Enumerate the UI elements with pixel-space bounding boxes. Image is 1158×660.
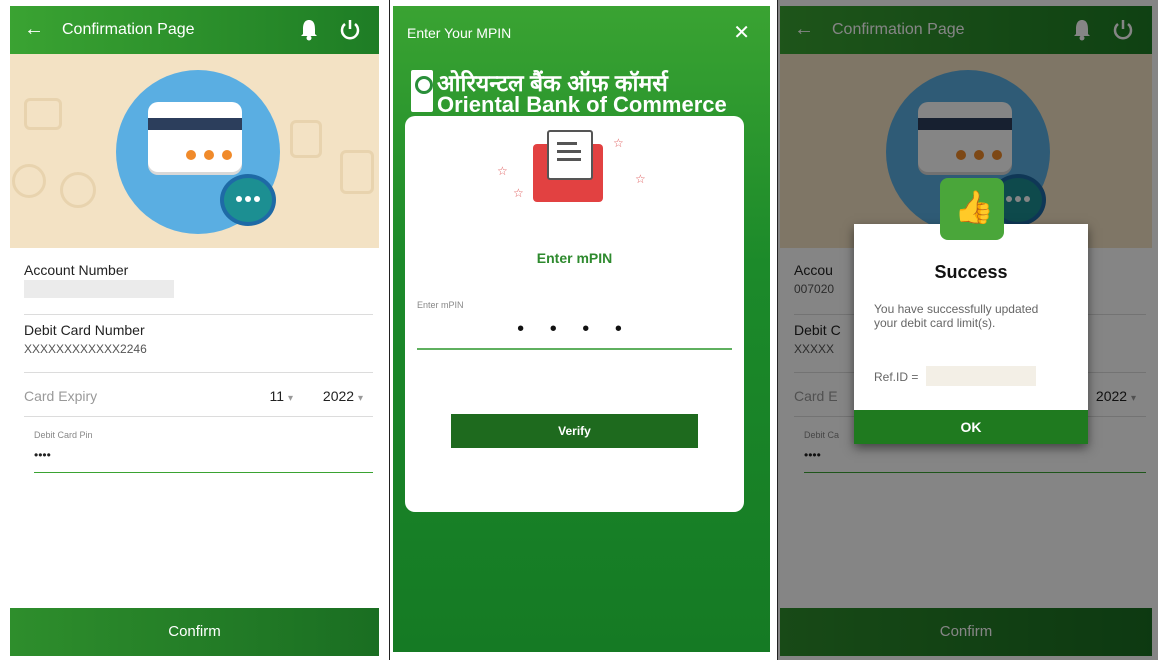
mpin-title: Enter Your MPIN (407, 25, 512, 41)
mpin-input-value: • • • • (517, 318, 632, 340)
star-icon: ☆ (635, 172, 646, 186)
thumbs-up-icon (940, 178, 1004, 240)
divider (389, 0, 390, 660)
mpin-screen: Enter Your MPIN ✕ ओरियन्टल बैंक ऑफ़ कॉमर… (393, 0, 777, 660)
ref-id-redacted (926, 366, 1036, 386)
mpin-input[interactable]: Enter mPIN • • • • (417, 288, 732, 350)
back-arrow-icon[interactable]: ← (24, 18, 44, 41)
success-dialog: Success You have successfully updated yo… (854, 178, 1088, 444)
chat-bubble-icon (220, 174, 276, 226)
bell-icon[interactable] (299, 19, 319, 41)
account-number-row: Account Number (24, 262, 373, 315)
page-title: Confirmation Page (62, 21, 195, 38)
dropdown-icon: ▾ (287, 393, 293, 404)
mpin-card: ☆ ☆ ☆ ☆ Enter mPIN Enter mPIN • • • • Ve… (405, 116, 744, 512)
card-expiry-row: Card Expiry 11 ▾ 2022 ▾ (24, 382, 373, 417)
app-bar: ← Confirmation Page (10, 6, 379, 54)
doodle (60, 172, 96, 208)
enter-mpin-heading: Enter mPIN (536, 250, 613, 266)
star-icon: ☆ (497, 164, 508, 178)
account-number-redacted (24, 280, 174, 298)
card-form: Account Number Debit Card Number XXXXXXX… (10, 248, 379, 608)
ok-button[interactable]: OK (854, 410, 1088, 444)
doodle (24, 98, 62, 130)
success-title: Success (934, 262, 1008, 282)
mpin-input-label: Enter mPIN (417, 300, 464, 310)
mpin-background: Enter Your MPIN ✕ ओरियन्टल बैंक ऑफ़ कॉमर… (393, 6, 770, 652)
debit-pin-label: Debit Card Pin (34, 430, 93, 440)
debit-pin-value: •••• (34, 448, 51, 462)
star-icon: ☆ (613, 136, 624, 150)
doodle (340, 150, 374, 194)
debit-card-row: Debit Card Number XXXXXXXXXXXX2246 (24, 322, 373, 373)
confirmation-screen: ← Confirmation Page Account Number Debit… (0, 0, 385, 660)
power-icon[interactable] (339, 18, 361, 40)
dropdown-icon: ▾ (357, 393, 363, 404)
doodle (12, 164, 46, 198)
expiry-month-select[interactable]: 11 ▾ (270, 388, 293, 404)
debit-card-label: Debit Card Number (24, 322, 145, 338)
verify-button[interactable]: Verify (451, 414, 698, 448)
success-message: You have successfully updated your debit… (874, 302, 1039, 330)
expiry-year-select[interactable]: 2022 ▾ (323, 388, 363, 404)
doodle (290, 120, 322, 158)
close-icon[interactable]: ✕ (733, 20, 750, 45)
confirm-button[interactable]: Confirm (10, 608, 379, 656)
debit-card-value: XXXXXXXXXXXX2246 (24, 342, 147, 356)
envelope-icon (533, 130, 603, 202)
ref-id-label: Ref.ID = (874, 370, 919, 384)
card-expiry-label: Card Expiry (24, 388, 98, 404)
bank-logo (411, 70, 433, 112)
credit-card-icon (148, 102, 242, 172)
hero-illustration (10, 54, 379, 248)
star-icon: ☆ (513, 186, 524, 200)
bank-name: Oriental Bank of Commerce (437, 92, 727, 117)
success-screen: ← Confirmation Page Accou 007020 Debit C… (778, 0, 1158, 660)
account-number-label: Account Number (24, 262, 129, 278)
debit-pin-field[interactable]: Debit Card Pin •••• (34, 420, 373, 473)
